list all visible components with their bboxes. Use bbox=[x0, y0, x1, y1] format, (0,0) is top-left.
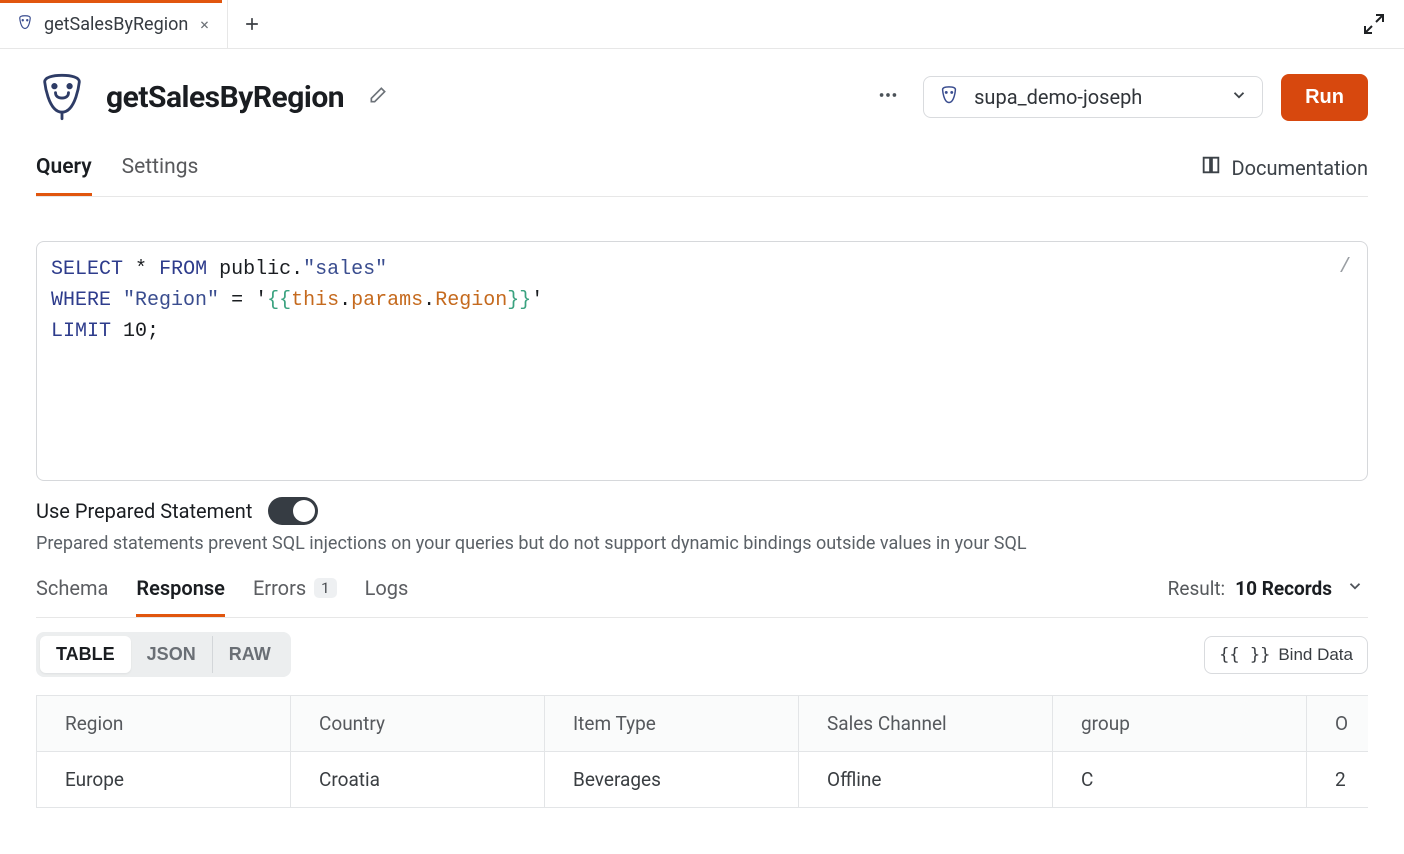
add-tab-button[interactable] bbox=[228, 14, 277, 34]
cell: Beverages bbox=[545, 752, 799, 808]
tab-strip: getSalesByRegion × bbox=[0, 0, 1404, 49]
cell: Europe bbox=[37, 752, 291, 808]
col-sales-channel[interactable]: Sales Channel bbox=[799, 696, 1053, 752]
errors-count-badge: 1 bbox=[314, 578, 336, 598]
prepared-statement-label: Use Prepared Statement bbox=[36, 499, 252, 523]
documentation-label: Documentation bbox=[1232, 156, 1369, 180]
tab-errors[interactable]: Errors 1 bbox=[253, 570, 337, 617]
col-group[interactable]: group bbox=[1053, 696, 1307, 752]
close-icon[interactable]: × bbox=[198, 13, 211, 36]
table-header-row: Region Country Item Type Sales Channel g… bbox=[37, 696, 1369, 752]
tab-errors-label: Errors bbox=[253, 576, 306, 600]
tab-getsalesbyregion[interactable]: getSalesByRegion × bbox=[0, 0, 228, 48]
result-label: Result: bbox=[1168, 577, 1226, 600]
page-title: getSalesByRegion bbox=[106, 80, 344, 115]
documentation-link[interactable]: Documentation bbox=[1200, 154, 1369, 191]
view-raw-button[interactable]: RAW bbox=[212, 636, 287, 673]
more-menu-button[interactable] bbox=[871, 78, 905, 116]
response-view-bar: TABLE JSON RAW {{ }} Bind Data bbox=[36, 632, 1368, 677]
database-name: supa_demo-joseph bbox=[974, 85, 1142, 109]
result-tabs: Schema Response Errors 1 Logs Result: 10… bbox=[36, 570, 1368, 618]
results-table-wrap: Region Country Item Type Sales Channel g… bbox=[36, 695, 1368, 808]
edit-title-button[interactable] bbox=[362, 79, 394, 115]
result-count: 10 Records bbox=[1235, 577, 1332, 600]
bind-data-label: Bind Data bbox=[1278, 645, 1353, 665]
tab-query[interactable]: Query bbox=[36, 149, 92, 196]
cell: Croatia bbox=[291, 752, 545, 808]
editor-tabs: Query Settings Documentation bbox=[36, 149, 1368, 197]
tab-settings[interactable]: Settings bbox=[122, 149, 199, 196]
slash-hint: / bbox=[1339, 252, 1351, 283]
table-row[interactable]: Europe Croatia Beverages Offline C 2 bbox=[37, 752, 1369, 808]
response-view-toggle: TABLE JSON RAW bbox=[36, 632, 291, 677]
collapse-panel-icon[interactable] bbox=[1358, 8, 1390, 40]
cell: Offline bbox=[799, 752, 1053, 808]
prepared-statement-section: Use Prepared Statement Prepared statemen… bbox=[36, 497, 1368, 554]
tab-label: getSalesByRegion bbox=[44, 14, 188, 35]
tab-schema[interactable]: Schema bbox=[36, 570, 108, 617]
database-select[interactable]: supa_demo-joseph bbox=[923, 76, 1263, 118]
col-country[interactable]: Country bbox=[291, 696, 545, 752]
bind-data-button[interactable]: {{ }} Bind Data bbox=[1204, 636, 1368, 674]
cell: C bbox=[1053, 752, 1307, 808]
chevron-down-icon[interactable] bbox=[1342, 573, 1368, 604]
prepared-statement-description: Prepared statements prevent SQL injectio… bbox=[36, 533, 1368, 554]
cell: 2 bbox=[1307, 752, 1369, 808]
postgres-icon bbox=[16, 15, 34, 33]
view-json-button[interactable]: JSON bbox=[131, 636, 212, 673]
tab-logs[interactable]: Logs bbox=[365, 570, 409, 617]
run-button[interactable]: Run bbox=[1281, 74, 1368, 121]
results-table: Region Country Item Type Sales Channel g… bbox=[36, 695, 1368, 808]
view-table-button[interactable]: TABLE bbox=[40, 636, 131, 673]
postgres-icon bbox=[938, 86, 960, 108]
col-region[interactable]: Region bbox=[37, 696, 291, 752]
tab-response[interactable]: Response bbox=[136, 570, 225, 617]
prepared-statement-toggle[interactable] bbox=[268, 497, 318, 525]
postgres-logo-icon bbox=[36, 71, 88, 123]
book-icon bbox=[1200, 154, 1222, 181]
col-item-type[interactable]: Item Type bbox=[545, 696, 799, 752]
chevron-down-icon bbox=[1230, 85, 1248, 109]
page-header: getSalesByRegion supa_demo-joseph Run bbox=[0, 49, 1404, 123]
sql-editor[interactable]: SELECT * FROM public."sales" WHERE "Regi… bbox=[36, 241, 1368, 481]
col-extra[interactable]: O bbox=[1307, 696, 1369, 752]
braces-icon: {{ }} bbox=[1219, 645, 1270, 665]
